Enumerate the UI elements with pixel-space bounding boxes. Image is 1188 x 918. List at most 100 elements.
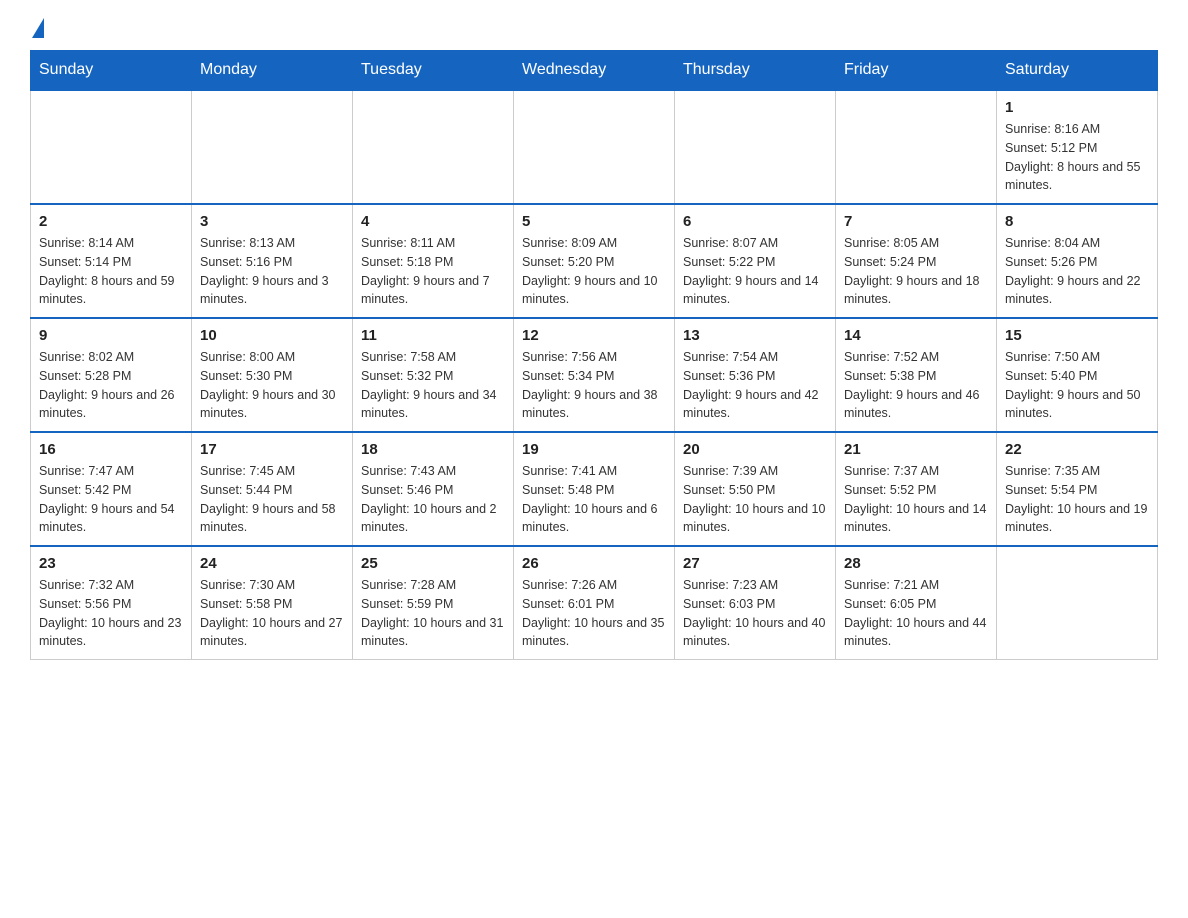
- day-number: 27: [683, 555, 827, 572]
- weekday-header-monday: Monday: [192, 51, 353, 91]
- logo-triangle-icon: [32, 18, 44, 38]
- day-number: 14: [844, 327, 988, 344]
- day-info: Sunrise: 8:14 AM Sunset: 5:14 PM Dayligh…: [39, 234, 183, 309]
- day-number: 17: [200, 441, 344, 458]
- day-number: 8: [1005, 213, 1149, 230]
- day-number: 26: [522, 555, 666, 572]
- day-number: 4: [361, 213, 505, 230]
- day-number: 22: [1005, 441, 1149, 458]
- day-number: 2: [39, 213, 183, 230]
- calendar-week-row: 16 Sunrise: 7:47 AM Sunset: 5:42 PM Dayli…: [31, 432, 1158, 546]
- day-info: Sunrise: 8:02 AM Sunset: 5:28 PM Dayligh…: [39, 348, 183, 423]
- day-info: Sunrise: 8:04 AM Sunset: 5:26 PM Dayligh…: [1005, 234, 1149, 309]
- day-number: 23: [39, 555, 183, 572]
- day-info: Sunrise: 8:05 AM Sunset: 5:24 PM Dayligh…: [844, 234, 988, 309]
- calendar-cell: 8 Sunrise: 8:04 AM Sunset: 5:26 PM Daylig…: [997, 204, 1158, 318]
- calendar-cell: 19 Sunrise: 7:41 AM Sunset: 5:48 PM Dayli…: [514, 432, 675, 546]
- day-number: 28: [844, 555, 988, 572]
- calendar-cell: 17 Sunrise: 7:45 AM Sunset: 5:44 PM Dayli…: [192, 432, 353, 546]
- weekday-header-row: SundayMondayTuesdayWednesdayThursdayFrid…: [31, 51, 1158, 91]
- day-number: 16: [39, 441, 183, 458]
- day-info: Sunrise: 7:45 AM Sunset: 5:44 PM Dayligh…: [200, 462, 344, 537]
- day-number: 21: [844, 441, 988, 458]
- day-info: Sunrise: 8:00 AM Sunset: 5:30 PM Dayligh…: [200, 348, 344, 423]
- calendar-cell: 4 Sunrise: 8:11 AM Sunset: 5:18 PM Daylig…: [353, 204, 514, 318]
- calendar-cell: 12Sunrise: 7:56 AM Sunset: 5:34 PM Dayli…: [514, 318, 675, 432]
- day-info: Sunrise: 7:32 AM Sunset: 5:56 PM Dayligh…: [39, 576, 183, 651]
- day-number: 24: [200, 555, 344, 572]
- weekday-header-wednesday: Wednesday: [514, 51, 675, 91]
- calendar-cell: 26 Sunrise: 7:26 AM Sunset: 6:01 PM Dayli…: [514, 546, 675, 660]
- day-info: Sunrise: 7:43 AM Sunset: 5:46 PM Dayligh…: [361, 462, 505, 537]
- day-info: Sunrise: 7:41 AM Sunset: 5:48 PM Dayligh…: [522, 462, 666, 537]
- day-info: Sunrise: 7:39 AM Sunset: 5:50 PM Dayligh…: [683, 462, 827, 537]
- calendar-week-row: 23 Sunrise: 7:32 AM Sunset: 5:56 PM Dayli…: [31, 546, 1158, 660]
- calendar-cell: 5 Sunrise: 8:09 AM Sunset: 5:20 PM Daylig…: [514, 204, 675, 318]
- calendar-cell: [836, 90, 997, 204]
- day-number: 5: [522, 213, 666, 230]
- calendar-cell: 20 Sunrise: 7:39 AM Sunset: 5:50 PM Dayli…: [675, 432, 836, 546]
- day-number: 1: [1005, 99, 1149, 116]
- day-info: Sunrise: 7:23 AM Sunset: 6:03 PM Dayligh…: [683, 576, 827, 651]
- day-info: Sunrise: 7:21 AM Sunset: 6:05 PM Dayligh…: [844, 576, 988, 651]
- day-number: 11: [361, 327, 505, 344]
- calendar-cell: 22 Sunrise: 7:35 AM Sunset: 5:54 PM Dayli…: [997, 432, 1158, 546]
- day-number: 10: [200, 327, 344, 344]
- calendar-week-row: 2 Sunrise: 8:14 AM Sunset: 5:14 PM Daylig…: [31, 204, 1158, 318]
- calendar-cell: 7 Sunrise: 8:05 AM Sunset: 5:24 PM Daylig…: [836, 204, 997, 318]
- day-number: 7: [844, 213, 988, 230]
- day-info: Sunrise: 7:54 AM Sunset: 5:36 PM Dayligh…: [683, 348, 827, 423]
- day-number: 19: [522, 441, 666, 458]
- calendar-cell: [514, 90, 675, 204]
- day-info: Sunrise: 8:16 AM Sunset: 5:12 PM Dayligh…: [1005, 120, 1149, 195]
- day-number: 15: [1005, 327, 1149, 344]
- day-number: 13: [683, 327, 827, 344]
- day-info: Sunrise: 7:58 AM Sunset: 5:32 PM Dayligh…: [361, 348, 505, 423]
- calendar-cell: 28 Sunrise: 7:21 AM Sunset: 6:05 PM Dayli…: [836, 546, 997, 660]
- day-info: Sunrise: 7:35 AM Sunset: 5:54 PM Dayligh…: [1005, 462, 1149, 537]
- calendar-cell: 21Sunrise: 7:37 AM Sunset: 5:52 PM Dayli…: [836, 432, 997, 546]
- day-info: Sunrise: 8:09 AM Sunset: 5:20 PM Dayligh…: [522, 234, 666, 309]
- weekday-header-sunday: Sunday: [31, 51, 192, 91]
- calendar-cell: 25Sunrise: 7:28 AM Sunset: 5:59 PM Dayli…: [353, 546, 514, 660]
- calendar-cell: 27 Sunrise: 7:23 AM Sunset: 6:03 PM Dayli…: [675, 546, 836, 660]
- day-number: 9: [39, 327, 183, 344]
- calendar-table: SundayMondayTuesdayWednesdayThursdayFrid…: [30, 50, 1158, 660]
- calendar-cell: 6 Sunrise: 8:07 AM Sunset: 5:22 PM Daylig…: [675, 204, 836, 318]
- day-info: Sunrise: 7:26 AM Sunset: 6:01 PM Dayligh…: [522, 576, 666, 651]
- logo-text: [30, 20, 44, 40]
- weekday-header-saturday: Saturday: [997, 51, 1158, 91]
- calendar-cell: 18 Sunrise: 7:43 AM Sunset: 5:46 PM Dayli…: [353, 432, 514, 546]
- day-number: 20: [683, 441, 827, 458]
- calendar-week-row: 9 Sunrise: 8:02 AM Sunset: 5:28 PM Daylig…: [31, 318, 1158, 432]
- day-number: 6: [683, 213, 827, 230]
- calendar-cell: 16 Sunrise: 7:47 AM Sunset: 5:42 PM Dayli…: [31, 432, 192, 546]
- day-info: Sunrise: 8:07 AM Sunset: 5:22 PM Dayligh…: [683, 234, 827, 309]
- calendar-cell: 10 Sunrise: 8:00 AM Sunset: 5:30 PM Dayli…: [192, 318, 353, 432]
- calendar-cell: [675, 90, 836, 204]
- day-number: 18: [361, 441, 505, 458]
- page-header: [30, 20, 1158, 40]
- calendar-cell: 2 Sunrise: 8:14 AM Sunset: 5:14 PM Daylig…: [31, 204, 192, 318]
- calendar-cell: 11 Sunrise: 7:58 AM Sunset: 5:32 PM Dayli…: [353, 318, 514, 432]
- calendar-cell: [192, 90, 353, 204]
- calendar-cell: [353, 90, 514, 204]
- calendar-cell: 3 Sunrise: 8:13 AM Sunset: 5:16 PM Daylig…: [192, 204, 353, 318]
- day-info: Sunrise: 7:28 AM Sunset: 5:59 PM Dayligh…: [361, 576, 505, 651]
- weekday-header-thursday: Thursday: [675, 51, 836, 91]
- calendar-cell: 23 Sunrise: 7:32 AM Sunset: 5:56 PM Dayli…: [31, 546, 192, 660]
- calendar-cell: [997, 546, 1158, 660]
- calendar-cell: 13 Sunrise: 7:54 AM Sunset: 5:36 PM Dayli…: [675, 318, 836, 432]
- day-info: Sunrise: 7:30 AM Sunset: 5:58 PM Dayligh…: [200, 576, 344, 651]
- calendar-cell: 15Sunrise: 7:50 AM Sunset: 5:40 PM Dayli…: [997, 318, 1158, 432]
- calendar-cell: 9 Sunrise: 8:02 AM Sunset: 5:28 PM Daylig…: [31, 318, 192, 432]
- calendar-cell: 24 Sunrise: 7:30 AM Sunset: 5:58 PM Dayli…: [192, 546, 353, 660]
- day-number: 3: [200, 213, 344, 230]
- day-number: 12: [522, 327, 666, 344]
- day-info: Sunrise: 8:13 AM Sunset: 5:16 PM Dayligh…: [200, 234, 344, 309]
- day-info: Sunrise: 8:11 AM Sunset: 5:18 PM Dayligh…: [361, 234, 505, 309]
- day-info: Sunrise: 7:47 AM Sunset: 5:42 PM Dayligh…: [39, 462, 183, 537]
- calendar-cell: 14Sunrise: 7:52 AM Sunset: 5:38 PM Dayli…: [836, 318, 997, 432]
- weekday-header-tuesday: Tuesday: [353, 51, 514, 91]
- calendar-week-row: 1 Sunrise: 8:16 AM Sunset: 5:12 PM Daylig…: [31, 90, 1158, 204]
